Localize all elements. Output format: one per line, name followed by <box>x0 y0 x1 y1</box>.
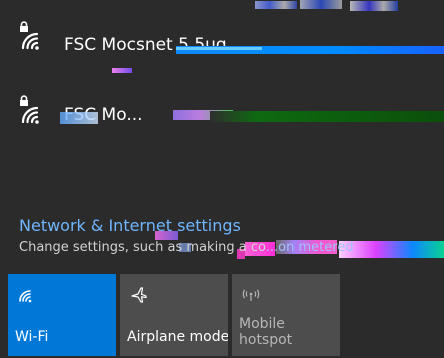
network-item-1[interactable]: FSC Mocsnet 5.5ug <box>0 18 444 68</box>
wifi-tile-label: Wi-Fi <box>15 329 48 345</box>
wifi-tile-label-line-1: Wi-Fi <box>15 329 49 345</box>
wifi-icon <box>21 106 39 124</box>
settings-description-suffix: ...on metered <box>265 240 354 255</box>
wifi-icon <box>19 290 32 303</box>
network-settings-description: Change settings, such as making a co...o… <box>19 240 354 255</box>
glitch-segment <box>350 1 398 11</box>
hotspot-tile-label: Mobile hotspot <box>239 316 292 348</box>
hotspot-tile-label-line-1: Mobile <box>239 316 285 332</box>
glitch-bar <box>210 111 444 122</box>
settings-description-prefix: Change settings, such as making a co <box>19 240 266 255</box>
airplane-tile-label: Airplane mode <box>127 329 228 345</box>
glitch-segment <box>300 0 342 9</box>
wifi-icon <box>21 32 39 50</box>
glitch-segment <box>255 1 297 9</box>
airplane-tile-label-line-1: Airplane mode <box>127 329 228 345</box>
network-flyout: FSC Mocsnet 5.5ug FSC Mo... Network & In… <box>0 0 444 358</box>
glitch-bar <box>60 112 98 124</box>
top-glitch-strip <box>0 0 444 14</box>
network-settings-link[interactable]: Network & Internet settings <box>19 217 241 235</box>
quick-actions: Wi-Fi Airplane mode Mobile hotspot <box>8 274 444 356</box>
mobile-hotspot-tile[interactable]: Mobile hotspot <box>232 274 340 356</box>
wifi-toggle-tile[interactable]: Wi-Fi <box>8 274 116 356</box>
glitch-bar <box>339 241 444 258</box>
glitch-bar <box>112 68 132 73</box>
airplane-icon <box>131 287 147 303</box>
glitch-bar <box>176 47 262 50</box>
hotspot-tile-label-line-2: hotspot <box>239 332 293 348</box>
airplane-mode-tile[interactable]: Airplane mode <box>120 274 228 356</box>
hotspot-icon <box>242 289 260 301</box>
